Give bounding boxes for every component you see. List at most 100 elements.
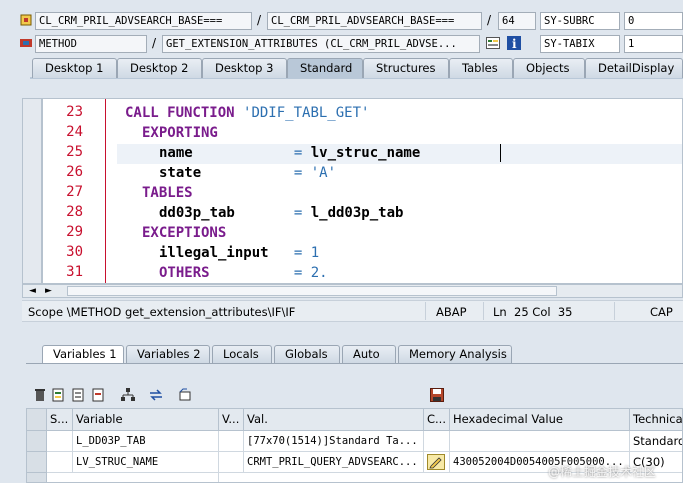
code-token: = [293,145,311,161]
insert-row-icon[interactable] [72,388,86,402]
code-line[interactable]: TABLES [142,183,193,203]
tab-structures[interactable]: Structures [363,58,449,78]
open-object-icon[interactable] [178,388,192,402]
code-token: = 2. [293,265,328,281]
col-header-technical[interactable]: Technical [630,409,682,431]
hierarchy-icon[interactable] [121,388,135,402]
hex-cell [450,431,630,452]
tab-objects[interactable]: Objects [513,58,585,78]
row-selector[interactable] [27,473,47,482]
col-header-select [27,409,47,431]
code-token: lv_struc_name [310,145,421,161]
c-cell [424,452,450,473]
v-cell [219,452,244,473]
tab-globals[interactable]: Globals [274,345,340,363]
code-token: dd03p_tab [159,205,294,221]
row-s-cell [47,431,73,452]
delete-icon[interactable] [33,388,47,402]
status-divider [614,302,615,320]
col-header-value[interactable]: Val. [244,409,424,431]
code-line[interactable]: illegal_input = 1 [159,243,319,263]
include-field: CL_CRM_PRIL_ADVSEARCH_BASE=== [267,12,482,30]
edit-pencil-icon[interactable] [427,454,445,470]
col-header-variable[interactable]: Variable [73,409,219,431]
code-editor[interactable]: 23 24 25 26 27 28 29 30 31 CALL FUNCTION 'DDIF_T… [42,98,683,284]
line-number: 23 [66,104,83,120]
language-label: ABAP [436,305,467,319]
line-number-gutter: 23 24 25 26 27 28 29 30 31 [43,99,106,283]
tab-standard[interactable]: Standard [287,58,363,78]
code-line[interactable]: state = 'A' [159,163,336,183]
col-header-s[interactable]: S... [47,409,73,431]
code-line[interactable]: dd03p_tab = l_dd03p_tab [159,203,403,223]
row-s-cell [47,452,73,473]
tab-tables[interactable]: Tables [449,58,513,78]
code-token: EXPORTING [142,125,218,141]
c-cell [424,431,450,452]
tab-detaildisplay[interactable]: DetailDisplay [585,58,683,78]
code-token: state [159,165,294,181]
sysvar-value-field-2[interactable]: 1 [624,35,683,53]
code-token: illegal_input [159,245,294,261]
variable-cell[interactable]: LV_STRUC_NAME [73,452,219,473]
line-number: 25 [66,144,83,160]
line-number: 27 [66,184,83,200]
line-number: 26 [66,164,83,180]
line-field: 64 [498,12,536,30]
tab-desktop-1[interactable]: Desktop 1 [32,58,117,78]
sysvar-name-field-2[interactable]: SY-TABIX [540,35,620,53]
code-line[interactable]: name = lv_struc_name [159,143,420,163]
append-row-icon[interactable] [52,388,66,402]
copy-row-icon[interactable] [92,388,106,402]
tab-memory-analysis[interactable]: Memory Analysis [398,345,512,363]
separator: / [257,13,262,27]
col-header-hex[interactable]: Hexadecimal Value [450,409,630,431]
tab-variables-2[interactable]: Variables 2 [126,345,210,363]
variable-cell[interactable]: L_DD03P_TAB [73,431,219,452]
method-icon [19,36,33,50]
code-line[interactable]: EXCEPTIONS [142,223,226,243]
code-token: = 1 [293,245,320,261]
code-token: = [293,205,311,221]
row-selector[interactable] [27,431,47,452]
row-selector[interactable] [27,452,47,473]
transfer-icon[interactable] [149,388,163,402]
tab-auto[interactable]: Auto [342,345,396,363]
separator: / [152,36,157,50]
code-token: EXCEPTIONS [142,225,227,241]
code-line[interactable]: CALL FUNCTION 'DDIF_TABL_GET' [125,103,369,123]
variable-cell[interactable] [73,473,219,482]
save-icon[interactable] [430,388,444,402]
line-number: 30 [66,244,83,260]
line-number: 28 [66,204,83,220]
code-token: l_dd03p_tab [310,205,404,221]
program-field: CL_CRM_PRIL_ADVSEARCH_BASE=== [35,12,252,30]
editor-hscrollbar[interactable]: ◄ ► [22,284,683,298]
col-header-v[interactable]: V... [219,409,244,431]
status-divider [425,302,426,320]
scroll-thumb[interactable] [67,286,557,296]
tab-variables-1[interactable]: Variables 1 [42,345,124,363]
text-cursor [500,144,501,162]
code-token: 'DDIF_TABL_GET' [243,105,370,121]
info-icon[interactable]: i [507,36,521,51]
status-divider [483,302,484,320]
value-cell[interactable]: CRMT_PRIL_QUERY_ADVSEARC... [244,452,424,473]
sysvar-value-field-1[interactable]: 0 [624,12,683,30]
code-line[interactable]: EXPORTING [142,123,218,143]
editor-left-strip [22,98,42,284]
cursor-position: Ln 25 Col 35 [493,305,573,319]
tab-desktop-3[interactable]: Desktop 3 [202,58,287,78]
scroll-right-icon[interactable]: ► [45,285,52,297]
caps-indicator: CAP [650,305,673,319]
value-cell[interactable]: [77x70(1514)]Standard Ta... [244,431,424,452]
display-icon[interactable] [486,36,500,50]
col-header-c[interactable]: C... [424,409,450,431]
v-cell [219,431,244,452]
tab-desktop-2[interactable]: Desktop 2 [117,58,202,78]
code-token: TABLES [142,185,193,201]
sysvar-name-field-1[interactable]: SY-SUBRC [540,12,620,30]
code-line[interactable]: OTHERS = 2. [159,263,328,283]
tab-locals[interactable]: Locals [212,345,272,363]
scroll-left-icon[interactable]: ◄ [29,285,36,297]
